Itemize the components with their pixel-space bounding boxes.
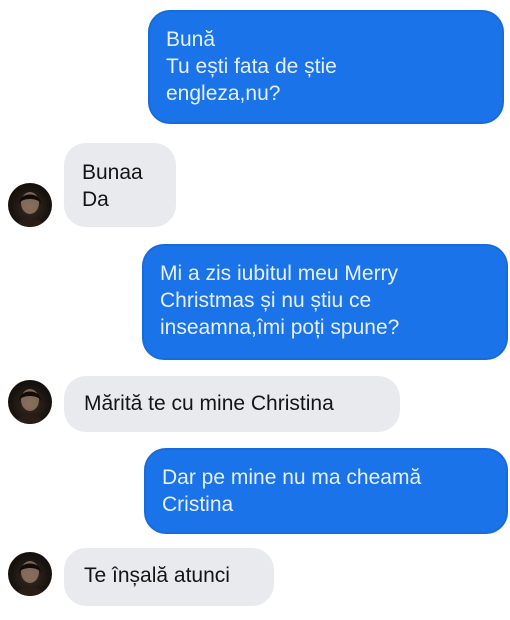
received-message-bubble[interactable]: Mărită te cu mine Christina [64, 376, 400, 432]
sent-message-bubble[interactable]: Mi a zis iubitul meu Merry Christmas și … [142, 244, 508, 360]
contact-avatar-icon[interactable] [8, 183, 52, 227]
sent-message-bubble[interactable]: Bună Tu ești fata de știe engleza,nu? [148, 10, 504, 124]
sent-message-bubble[interactable]: Dar pe mine nu ma cheamă Cristina [144, 448, 508, 534]
received-message-bubble[interactable]: Te înșală atunci [64, 548, 274, 606]
contact-avatar-icon[interactable] [8, 380, 52, 424]
received-message-bubble[interactable]: Bunaa Da [64, 143, 176, 227]
contact-avatar-icon[interactable] [8, 552, 52, 596]
